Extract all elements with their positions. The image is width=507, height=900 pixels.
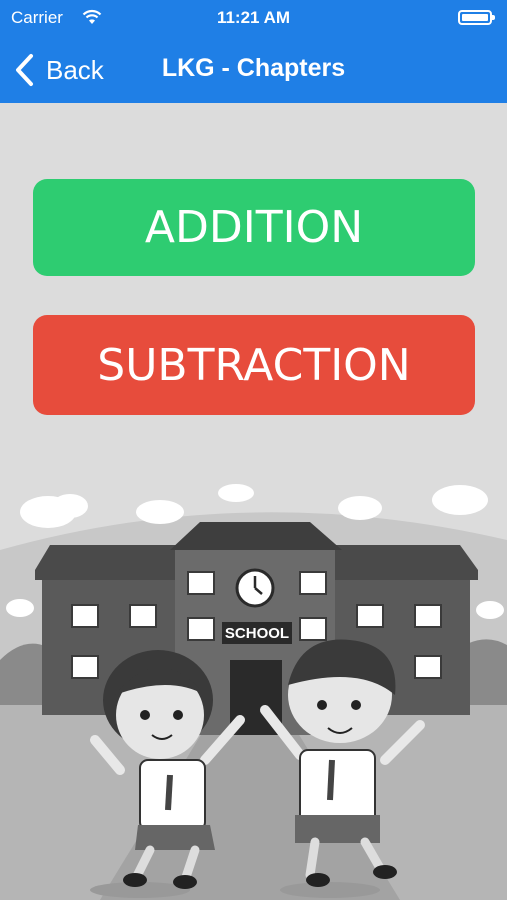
school-illustration: SCHOOL [0, 484, 507, 900]
status-bar: Carrier 11:21 AM [0, 0, 507, 36]
addition-button[interactable]: ADDITION [33, 179, 475, 276]
battery-icon [458, 10, 495, 25]
navigation-bar: Carrier 11:21 AM Back LKG - Chapters [0, 0, 507, 103]
subtraction-button[interactable]: SUBTRACTION [33, 315, 475, 415]
school-sign: SCHOOL [225, 625, 289, 642]
clock: 11:21 AM [216, 8, 291, 27]
page-title: LKG - Chapters [161, 54, 346, 82]
